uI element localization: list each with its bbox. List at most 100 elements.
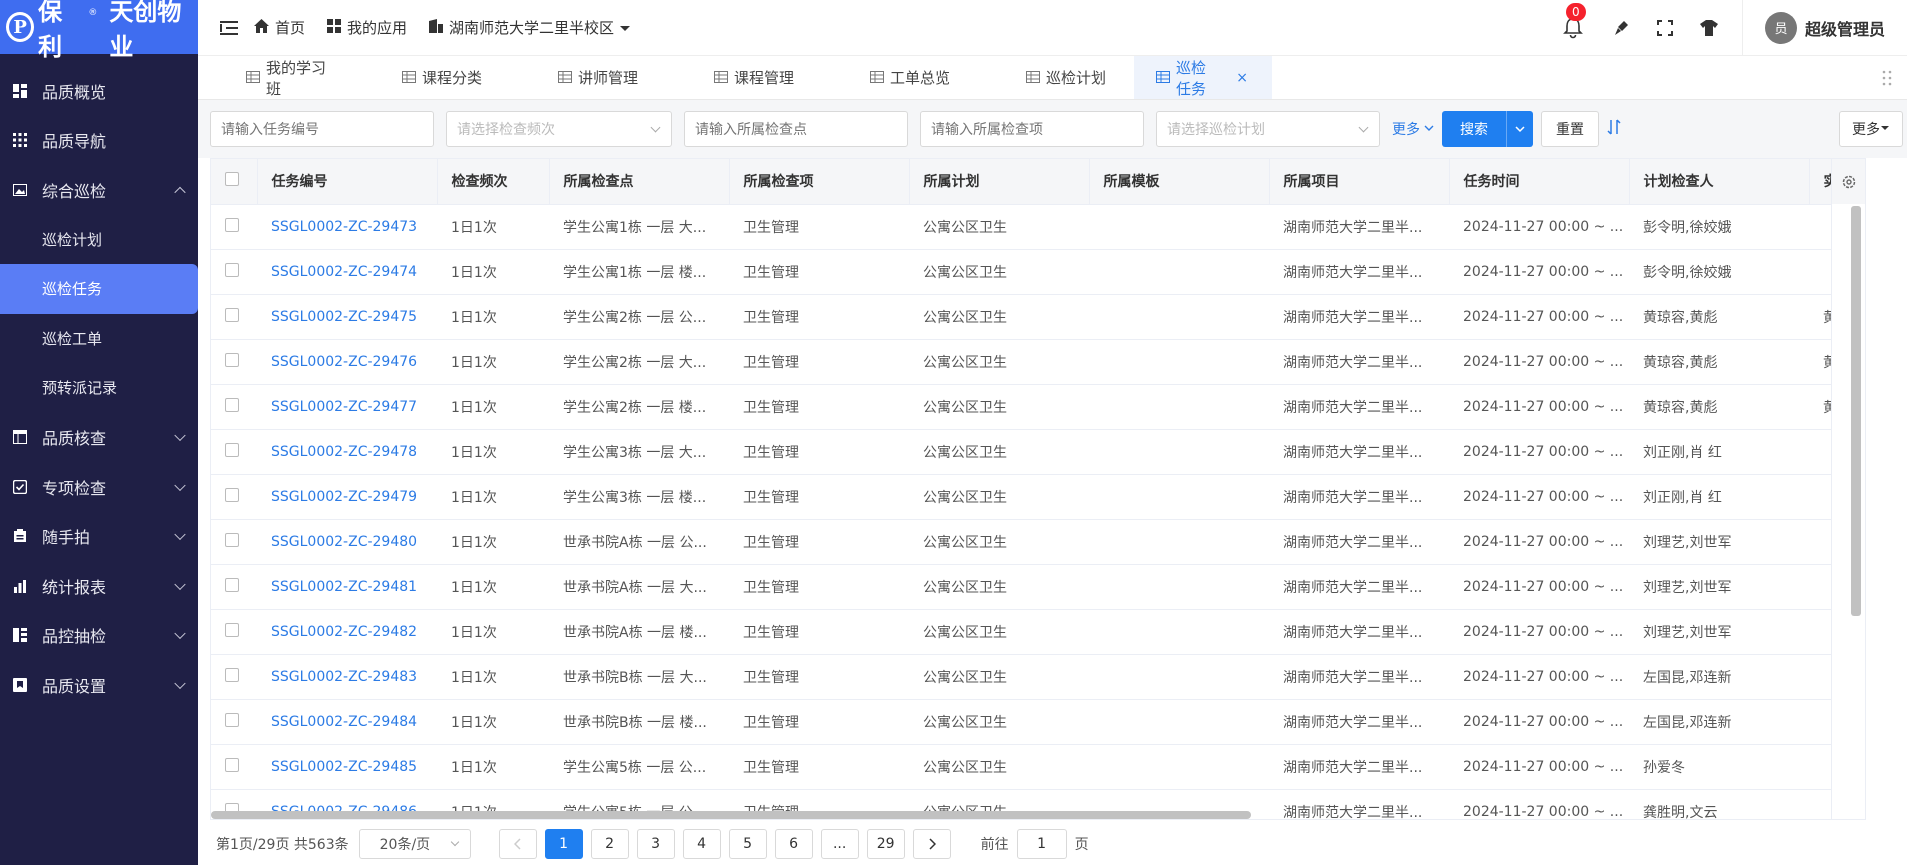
cell-task-no[interactable]: SSGL0002-ZC-29480 bbox=[257, 519, 437, 565]
table-row[interactable]: SSGL0002-ZC-29482 1日1次 世承书院A栋 一层 楼... 卫生管理公… bbox=[211, 609, 1865, 655]
user-menu[interactable]: 员 超级管理员 bbox=[1741, 0, 1907, 56]
row-checkbox-cell[interactable] bbox=[211, 744, 257, 790]
table-row[interactable]: SSGL0002-ZC-29477 1日1次 学生公寓2栋 一层 楼... 卫生管理公… bbox=[211, 384, 1865, 430]
scrollbar-thumb[interactable] bbox=[1851, 206, 1861, 616]
sidebar-sub-workorder[interactable]: 巡检工单 bbox=[0, 314, 198, 364]
table-row[interactable]: SSGL0002-ZC-29476 1日1次 学生公寓2栋 一层 大... 卫生管理公… bbox=[211, 339, 1865, 385]
row-checkbox-cell[interactable] bbox=[211, 519, 257, 565]
page-button[interactable]: 3 bbox=[636, 828, 675, 859]
reset-button[interactable]: 重置 bbox=[1541, 111, 1599, 147]
table-row[interactable]: SSGL0002-ZC-29484 1日1次 世承书院B栋 一层 楼... 卫生管理公… bbox=[211, 699, 1865, 745]
column-settings-gear-icon[interactable] bbox=[1831, 159, 1865, 204]
tab-study-class[interactable]: 我的学习班 bbox=[198, 56, 354, 99]
more-filters-link[interactable]: 更多 bbox=[1392, 119, 1434, 139]
row-checkbox-cell[interactable] bbox=[211, 564, 257, 610]
table-row[interactable]: SSGL0002-ZC-29475 1日1次 学生公寓2栋 一层 公... 卫生管理公… bbox=[211, 294, 1865, 340]
cell-task-no[interactable]: SSGL0002-ZC-29473 bbox=[257, 204, 437, 250]
col-task-time[interactable]: 任务时间 bbox=[1449, 159, 1630, 205]
checkbox[interactable] bbox=[225, 442, 239, 457]
checkbox[interactable] bbox=[225, 397, 239, 412]
checkbox[interactable] bbox=[225, 667, 239, 682]
drag-handle-icon[interactable] bbox=[1867, 56, 1907, 99]
page-button[interactable]: 29 bbox=[866, 828, 905, 859]
sidebar-item-inspection[interactable]: 综合巡检 bbox=[0, 165, 198, 215]
cell-task-no[interactable]: SSGL0002-ZC-29479 bbox=[257, 474, 437, 520]
theme-shirt-icon[interactable] bbox=[1698, 17, 1720, 39]
cell-task-no[interactable]: SSGL0002-ZC-29481 bbox=[257, 564, 437, 610]
sidebar-item-settings[interactable]: 品质设置 bbox=[0, 660, 198, 710]
cell-task-no[interactable]: SSGL0002-ZC-29482 bbox=[257, 609, 437, 655]
sidebar-item-quality-nav[interactable]: 品质导航 bbox=[0, 116, 198, 166]
table-row[interactable]: SSGL0002-ZC-29478 1日1次 学生公寓3栋 一层 大... 卫生管理公… bbox=[211, 429, 1865, 475]
search-button[interactable]: 搜索 bbox=[1442, 111, 1533, 147]
tab-workorder-overview[interactable]: 工单总览 bbox=[822, 56, 978, 99]
more-actions-button[interactable]: 更多 bbox=[1839, 111, 1903, 147]
tab-inspection-plan[interactable]: 巡检计划 bbox=[978, 56, 1134, 99]
checkbox[interactable] bbox=[225, 577, 239, 592]
page-button[interactable]: 4 bbox=[682, 828, 721, 859]
row-checkbox-cell[interactable] bbox=[211, 609, 257, 655]
clean-icon[interactable] bbox=[1610, 17, 1632, 39]
row-checkbox-cell[interactable] bbox=[211, 384, 257, 430]
frequency-select[interactable]: 请选择检查频次 bbox=[446, 111, 672, 147]
tab-inspection-task[interactable]: 巡检任务 × bbox=[1134, 56, 1272, 99]
checkbox[interactable] bbox=[225, 757, 239, 772]
notification-bell[interactable]: 0 bbox=[1562, 2, 1586, 39]
table-row[interactable]: SSGL0002-ZC-29485 1日1次 学生公寓5栋 一层 公... 卫生管理公… bbox=[211, 744, 1865, 790]
col-planned-inspector[interactable]: 计划检查人 bbox=[1629, 159, 1810, 205]
col-template[interactable]: 所属模板 bbox=[1089, 159, 1270, 205]
table-row[interactable]: SSGL0002-ZC-29479 1日1次 学生公寓3栋 一层 楼... 卫生管理公… bbox=[211, 474, 1865, 520]
sidebar-item-sampling[interactable]: 品控抽检 bbox=[0, 611, 198, 661]
col-task-no[interactable]: 任务编号 bbox=[257, 159, 438, 205]
row-checkbox-cell[interactable] bbox=[211, 204, 257, 250]
row-checkbox-cell[interactable] bbox=[211, 294, 257, 340]
sidebar-sub-redispatch[interactable]: 预转派记录 bbox=[0, 363, 198, 413]
col-frequency[interactable]: 检查频次 bbox=[437, 159, 550, 205]
checkbox[interactable] bbox=[225, 262, 239, 277]
col-project[interactable]: 所属项目 bbox=[1269, 159, 1450, 205]
row-checkbox-cell[interactable] bbox=[211, 249, 257, 295]
col-check-point[interactable]: 所属检查点 bbox=[549, 159, 730, 205]
fullscreen-icon[interactable] bbox=[1654, 17, 1676, 39]
cell-task-no[interactable]: SSGL0002-ZC-29475 bbox=[257, 294, 437, 340]
sidebar-item-special-check[interactable]: 专项检查 bbox=[0, 462, 198, 512]
checkbox[interactable] bbox=[225, 487, 239, 502]
checkbox[interactable] bbox=[225, 307, 239, 322]
col-check-item[interactable]: 所属检查项 bbox=[729, 159, 910, 205]
sidebar-sub-plan[interactable]: 巡检计划 bbox=[0, 215, 198, 265]
task-no-input[interactable] bbox=[210, 111, 434, 147]
checkbox[interactable] bbox=[225, 172, 239, 187]
sidebar-item-reports[interactable]: 统计报表 bbox=[0, 561, 198, 611]
tab-course[interactable]: 课程管理 bbox=[666, 56, 822, 99]
logo[interactable]: P 保利 ® 天创物业 bbox=[0, 0, 198, 61]
chevron-down-icon[interactable] bbox=[1507, 111, 1533, 147]
nav-apps[interactable]: 我的应用 bbox=[327, 17, 407, 38]
page-size-select[interactable]: 20条/页 bbox=[358, 828, 471, 859]
page-button[interactable]: 1 bbox=[544, 828, 583, 859]
page-button[interactable]: 2 bbox=[590, 828, 629, 859]
row-checkbox-cell[interactable] bbox=[211, 474, 257, 520]
page-button[interactable]: 5 bbox=[728, 828, 767, 859]
vertical-scrollbar[interactable] bbox=[1831, 204, 1865, 819]
row-checkbox-cell[interactable] bbox=[211, 429, 257, 475]
cell-task-no[interactable]: SSGL0002-ZC-29477 bbox=[257, 384, 437, 430]
close-icon[interactable]: × bbox=[1236, 70, 1248, 86]
select-all-checkbox[interactable] bbox=[211, 159, 258, 205]
cell-task-no[interactable]: SSGL0002-ZC-29485 bbox=[257, 744, 437, 790]
cell-task-no[interactable]: SSGL0002-ZC-29484 bbox=[257, 699, 437, 745]
check-point-input[interactable] bbox=[684, 111, 908, 147]
row-checkbox-cell[interactable] bbox=[211, 654, 257, 700]
horizontal-scrollbar[interactable] bbox=[211, 811, 1251, 819]
checkbox[interactable] bbox=[225, 532, 239, 547]
table-row[interactable]: SSGL0002-ZC-29483 1日1次 世承书院B栋 一层 大... 卫生管理公… bbox=[211, 654, 1865, 700]
table-row[interactable]: SSGL0002-ZC-29473 1日1次 学生公寓1栋 一层 大... 卫生管理公… bbox=[211, 204, 1865, 250]
tab-course-category[interactable]: 课程分类 bbox=[354, 56, 510, 99]
table-row[interactable]: SSGL0002-ZC-29474 1日1次 学生公寓1栋 一层 楼... 卫生管理公… bbox=[211, 249, 1865, 295]
check-item-input[interactable] bbox=[920, 111, 1144, 147]
checkbox[interactable] bbox=[225, 712, 239, 727]
goto-page-input[interactable]: 1 bbox=[1016, 828, 1067, 859]
checkbox[interactable] bbox=[225, 352, 239, 367]
row-checkbox-cell[interactable] bbox=[211, 699, 257, 745]
sidebar-sub-task[interactable]: 巡检任务 bbox=[0, 264, 198, 314]
table-row[interactable]: SSGL0002-ZC-29480 1日1次 世承书院A栋 一层 公... 卫生管理公… bbox=[211, 519, 1865, 565]
